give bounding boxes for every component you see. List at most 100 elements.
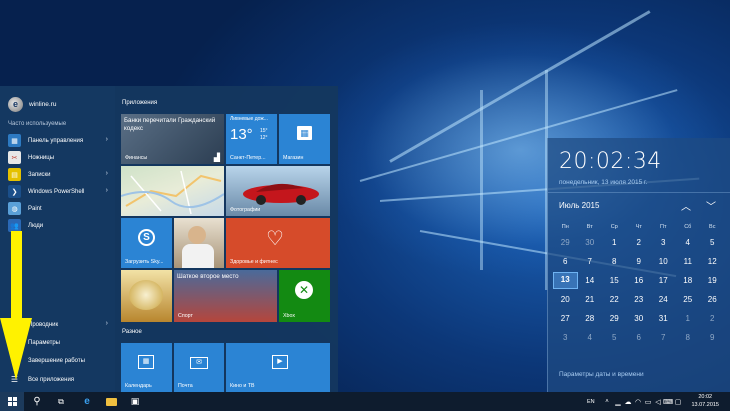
calendar-day[interactable]: 4 bbox=[578, 333, 603, 342]
tile-health[interactable]: ♡ Здоровье и фитнес bbox=[226, 218, 330, 268]
start-button[interactable] bbox=[0, 392, 24, 411]
tile-photos[interactable]: Фотографии bbox=[226, 166, 330, 216]
calendar-day[interactable]: 30 bbox=[578, 238, 603, 247]
search-icon[interactable]: ⚲ bbox=[26, 392, 48, 411]
chart-icon: ▟ bbox=[213, 153, 220, 162]
calendar-day[interactable]: 6 bbox=[627, 333, 652, 342]
calendar-day[interactable]: 17 bbox=[651, 276, 676, 285]
calendar-month[interactable]: Июль 2015 bbox=[559, 201, 599, 210]
calendar-day[interactable]: 6 bbox=[553, 257, 578, 266]
calendar-day[interactable]: 4 bbox=[676, 238, 701, 247]
calendar-day[interactable]: 13 bbox=[553, 272, 578, 289]
language-indicator[interactable]: EN bbox=[587, 392, 595, 411]
store-icon[interactable]: ▣ bbox=[124, 392, 146, 411]
network-icon[interactable]: ▁ bbox=[613, 392, 623, 411]
calendar-day[interactable]: 23 bbox=[627, 295, 652, 304]
calendar-day[interactable]: 5 bbox=[602, 333, 627, 342]
calendar-day[interactable]: 9 bbox=[700, 333, 725, 342]
keyboard-icon[interactable]: ⌨ bbox=[663, 392, 673, 411]
map-lines bbox=[121, 170, 224, 215]
tile-xbox[interactable]: ✕ Xbox bbox=[279, 270, 330, 322]
calendar-day[interactable]: 10 bbox=[651, 257, 676, 266]
calendar-day[interactable]: 15 bbox=[602, 276, 627, 285]
calendar-day[interactable]: 22 bbox=[602, 295, 627, 304]
chevron-down-icon[interactable]: ﹀ bbox=[706, 198, 716, 213]
calendar-day[interactable]: 24 bbox=[651, 295, 676, 304]
calendar-day[interactable]: 1 bbox=[602, 238, 627, 247]
calendar-day[interactable]: 14 bbox=[578, 276, 603, 285]
chevron-up-icon[interactable]: ︿ bbox=[681, 198, 691, 213]
calendar-day[interactable]: 12 bbox=[700, 257, 725, 266]
tile-mail[interactable]: ✉ Почта bbox=[174, 343, 224, 392]
scissors-icon: ✂ bbox=[8, 151, 21, 164]
tile-store[interactable]: ▦ Магазин bbox=[279, 114, 330, 164]
calendar-day[interactable]: 2 bbox=[627, 238, 652, 247]
app-item-powershell[interactable]: ❯ Windows PowerShell › bbox=[0, 183, 115, 200]
calendar-day[interactable]: 30 bbox=[627, 314, 652, 323]
calendar-day[interactable]: 18 bbox=[676, 276, 701, 285]
volume-icon[interactable]: ◁ bbox=[653, 392, 663, 411]
calendar-day[interactable]: 8 bbox=[602, 257, 627, 266]
task-view-icon[interactable]: ⧉ bbox=[50, 392, 72, 411]
tile-skype[interactable]: S Загрузить Sky... bbox=[121, 218, 172, 268]
calendar-day[interactable]: 1 bbox=[676, 314, 701, 323]
calendar-day[interactable]: 27 bbox=[553, 314, 578, 323]
tile-food-photo[interactable] bbox=[121, 270, 172, 322]
tile-sport[interactable]: Шаткое второе место Спорт bbox=[174, 270, 277, 322]
calendar-day[interactable]: 31 bbox=[651, 314, 676, 323]
notifications-icon[interactable]: ▢ bbox=[673, 392, 683, 411]
chevron-right-icon[interactable]: › bbox=[106, 187, 108, 194]
chevron-right-icon[interactable]: › bbox=[106, 320, 108, 327]
calendar-day[interactable]: 28 bbox=[578, 314, 603, 323]
tile-calendar[interactable]: ▦ Календарь bbox=[121, 343, 172, 392]
flyout-clock: 20:02:34 bbox=[559, 149, 662, 174]
tile-label: Спорт bbox=[178, 313, 193, 319]
tile-label: Фотографии bbox=[230, 207, 261, 213]
calendar-day[interactable]: 16 bbox=[627, 276, 652, 285]
date-time-settings-link[interactable]: Параметры даты и времени bbox=[559, 371, 644, 378]
tile-finance[interactable]: Банки перечитали Гражданский кодекс Фина… bbox=[121, 114, 224, 164]
calendar-day[interactable]: 2 bbox=[700, 314, 725, 323]
app-item-sticky-notes[interactable]: ▤ Записки › bbox=[0, 166, 115, 183]
chevron-up-icon[interactable]: ˄ bbox=[602, 392, 612, 411]
calendar-day[interactable]: 20 bbox=[553, 295, 578, 304]
battery-icon[interactable]: ▭ bbox=[643, 392, 653, 411]
calendar-day[interactable]: 11 bbox=[676, 257, 701, 266]
app-item-paint[interactable]: ◍ Paint bbox=[0, 200, 115, 217]
tile-label: Здоровье и фитнес bbox=[230, 259, 278, 265]
calendar-day[interactable]: 29 bbox=[602, 314, 627, 323]
calendar-day[interactable]: 26 bbox=[700, 295, 725, 304]
group-title-apps: Приложения bbox=[122, 100, 158, 106]
calendar-day[interactable]: 25 bbox=[676, 295, 701, 304]
calendar-day[interactable]: 8 bbox=[676, 333, 701, 342]
annotation-arrow-shaft bbox=[11, 231, 22, 331]
tile-movies[interactable]: ▶ Кино и ТВ bbox=[226, 343, 330, 392]
app-item-control-panel[interactable]: ▦ Панель управления › bbox=[0, 132, 115, 149]
app-item-snipping-tool[interactable]: ✂ Ножницы bbox=[0, 149, 115, 166]
start-menu: e winline.ru Часто используемые ▦ Панель… bbox=[0, 86, 338, 392]
calendar-day[interactable]: 7 bbox=[651, 333, 676, 342]
taskbar-clock[interactable]: 20:02 13.07.2015 bbox=[691, 394, 719, 409]
app-label: Paint bbox=[28, 205, 42, 212]
calendar-day[interactable]: 5 bbox=[700, 238, 725, 247]
user-account[interactable]: e winline.ru bbox=[8, 96, 56, 112]
chevron-right-icon[interactable]: › bbox=[106, 170, 108, 177]
calendar-day[interactable]: 7 bbox=[578, 257, 603, 266]
calendar-day[interactable]: 19 bbox=[700, 276, 725, 285]
sticky-notes-icon: ▤ bbox=[8, 168, 21, 181]
wifi-icon[interactable]: ◠ bbox=[633, 392, 643, 411]
tile-maps[interactable] bbox=[121, 166, 224, 216]
flyout-date[interactable]: понедельник, 13 июля 2015 г. bbox=[559, 179, 647, 186]
calendar-day[interactable]: 3 bbox=[553, 333, 578, 342]
tile-people-photo[interactable] bbox=[174, 218, 224, 268]
tile-weather[interactable]: Ливневые дож... 13° 15° 12° Санкт-Петер.… bbox=[226, 114, 277, 164]
file-explorer-icon[interactable] bbox=[100, 392, 122, 411]
calendar-day[interactable]: 9 bbox=[627, 257, 652, 266]
chevron-right-icon[interactable]: › bbox=[106, 136, 108, 143]
calendar-day[interactable]: 21 bbox=[578, 295, 603, 304]
cloud-icon[interactable]: ☁ bbox=[623, 392, 633, 411]
tile-label: Почта bbox=[178, 383, 193, 389]
calendar-day[interactable]: 3 bbox=[651, 238, 676, 247]
calendar-day[interactable]: 29 bbox=[553, 238, 578, 247]
edge-browser-icon[interactable]: e bbox=[76, 392, 98, 411]
